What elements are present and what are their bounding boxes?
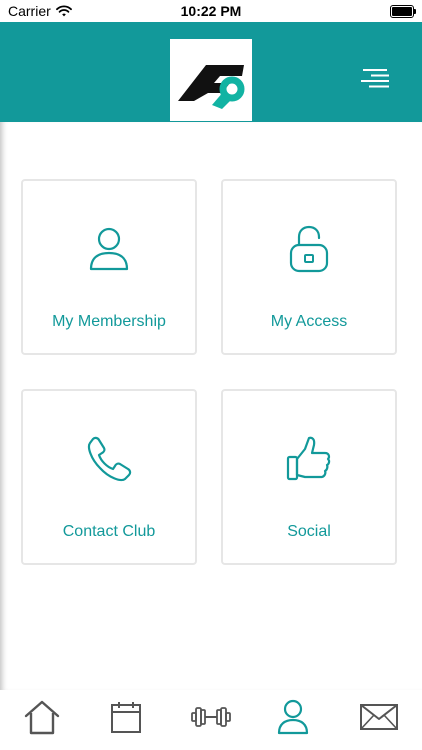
phone-icon xyxy=(87,436,132,482)
tile-icon-wrap xyxy=(223,225,395,273)
mail-icon xyxy=(360,704,398,730)
logo-graphic xyxy=(178,65,245,109)
thumbs-up-icon xyxy=(286,436,331,481)
tile-icon-wrap xyxy=(23,225,195,273)
person-icon xyxy=(277,699,309,735)
tile-my-access[interactable]: My Access xyxy=(221,179,397,355)
tile-label-contact-club: Contact Club xyxy=(62,523,156,540)
home-icon xyxy=(24,700,60,735)
club-logo[interactable] xyxy=(170,39,252,121)
app-header xyxy=(0,22,422,122)
menu-icon xyxy=(361,69,389,88)
bottom-tab-bar xyxy=(0,690,422,750)
tab-workouts[interactable] xyxy=(186,696,236,738)
tile-icon-wrap xyxy=(223,435,395,483)
tile-label-my-membership: My Membership xyxy=(52,313,166,330)
tile-icon-wrap xyxy=(23,435,195,483)
tab-home[interactable] xyxy=(17,696,67,738)
unlocked-padlock-icon xyxy=(289,225,329,273)
tile-social[interactable]: Social xyxy=(221,389,397,565)
tile-contact-club[interactable]: Contact Club xyxy=(21,389,197,565)
tile-label-my-access: My Access xyxy=(270,313,348,330)
status-time: 10:22 PM xyxy=(180,3,242,19)
tile-label-social: Social xyxy=(287,523,331,540)
dumbbell-icon xyxy=(191,707,231,727)
battery-full-icon xyxy=(390,5,416,18)
tile-my-membership[interactable]: My Membership xyxy=(21,179,197,355)
calendar-icon xyxy=(111,702,141,733)
tab-profile[interactable] xyxy=(268,696,318,738)
tab-calendar[interactable] xyxy=(101,696,151,738)
status-bar: Carrier 10:22 PM xyxy=(0,0,422,22)
menu-button[interactable] xyxy=(357,67,391,91)
main-content: My Membership My Access Contact Club Soc… xyxy=(0,122,422,690)
person-icon xyxy=(89,227,129,271)
tab-messages[interactable] xyxy=(354,696,404,738)
